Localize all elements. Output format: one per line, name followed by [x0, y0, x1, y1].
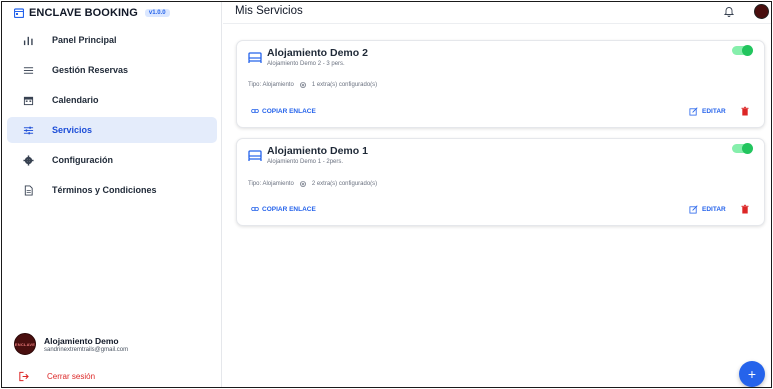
sidebar-item-label: Servicios — [52, 125, 93, 135]
service-enabled-toggle[interactable] — [732, 45, 753, 56]
service-meta: Tipo: Alojamiento 1 extra(s) configurado… — [248, 81, 377, 89]
trash-icon[interactable] — [740, 204, 750, 214]
sidebar-item-gestion-reservas[interactable]: Gestión Reservas — [7, 57, 217, 83]
edit-button[interactable]: EDITAR — [689, 107, 726, 116]
sidebar-item-terminos[interactable]: Términos y Condiciones — [7, 177, 217, 203]
link-icon — [251, 207, 259, 211]
bed-icon — [248, 150, 262, 161]
sidebar-item-configuracion[interactable]: Configuración — [7, 147, 217, 173]
service-extras: 2 extra(s) configurado(s) — [311, 181, 378, 187]
edit-label: EDITAR — [702, 206, 726, 213]
service-card: Alojamiento Demo 2 Alojamiento Demo 2 - … — [236, 40, 765, 128]
user-info: Alojamiento Demo sandrinextremtrails@gma… — [44, 336, 128, 353]
logout-button[interactable]: Cerrar sesión — [18, 371, 95, 382]
bed-icon — [248, 52, 262, 63]
bell-icon[interactable] — [723, 5, 735, 17]
service-subtitle: Alojamiento Demo 1 - 2pers. — [267, 159, 344, 165]
service-meta: Tipo: Alojamiento 2 extra(s) configurado… — [248, 180, 377, 188]
logout-icon — [19, 371, 29, 382]
add-service-button[interactable]: + — [739, 361, 765, 387]
header-avatar[interactable] — [754, 4, 769, 19]
bar-chart-icon — [22, 34, 34, 46]
copy-link-button[interactable]: COPIAR ENLACE — [251, 205, 316, 213]
sidebar-item-label: Términos y Condiciones — [52, 185, 157, 195]
version-badge: v1.0.0 — [144, 9, 170, 17]
copy-link-label: COPIAR ENLACE — [262, 205, 316, 213]
service-title: Alojamiento Demo 1 — [267, 145, 368, 157]
service-type: Tipo: Alojamiento — [248, 181, 294, 187]
copy-link-button[interactable]: COPIAR ENLACE — [251, 107, 316, 115]
sidebar-item-label: Panel Principal — [52, 35, 117, 45]
logout-label: Cerrar sesión — [47, 372, 96, 381]
gear-icon — [22, 154, 34, 166]
calendar-icon — [22, 94, 34, 106]
top-bar: Mis Servicios — [223, 2, 771, 24]
calendar-logo-icon — [14, 8, 24, 18]
user-profile[interactable]: ENCLAVE Alojamiento Demo sandrinextremtr… — [14, 333, 128, 355]
sidebar-item-label: Gestión Reservas — [52, 65, 129, 75]
service-card: Alojamiento Demo 1 Alojamiento Demo 1 - … — [236, 138, 765, 226]
page-title: Mis Servicios — [235, 5, 303, 17]
edit-icon — [689, 205, 698, 214]
edit-button[interactable]: EDITAR — [689, 205, 726, 214]
list-icon — [22, 64, 34, 76]
link-icon — [251, 109, 259, 113]
trash-icon[interactable] — [740, 106, 750, 116]
sidebar-item-servicios[interactable]: Servicios — [7, 117, 217, 143]
toggle-knob — [742, 45, 753, 56]
service-title: Alojamiento Demo 2 — [267, 47, 368, 59]
copy-link-label: COPIAR ENLACE — [262, 107, 316, 115]
service-type: Tipo: Alojamiento — [248, 82, 294, 88]
sidebar-item-label: Calendario — [52, 95, 99, 105]
document-icon — [22, 184, 34, 196]
edit-icon — [689, 107, 698, 116]
service-extras: 1 extra(s) configurado(s) — [311, 82, 378, 88]
sliders-icon — [22, 124, 34, 136]
user-name: Alojamiento Demo — [44, 335, 119, 346]
edit-label: EDITAR — [702, 108, 726, 115]
user-email: sandrinextremtrails@gmail.com — [44, 346, 129, 353]
gear-icon — [299, 82, 306, 88]
sidebar-item-panel-principal[interactable]: Panel Principal — [7, 27, 217, 53]
service-enabled-toggle[interactable] — [732, 143, 753, 154]
app-window: ENCLAVE BOOKING v1.0.0 Panel Principal G… — [1, 1, 772, 388]
sidebar: ENCLAVE BOOKING v1.0.0 Panel Principal G… — [2, 2, 222, 387]
avatar: ENCLAVE — [14, 333, 36, 355]
main-content: Mis Servicios Alojamiento Demo 2 Alojami… — [223, 2, 771, 387]
service-subtitle: Alojamiento Demo 2 - 3 pers. — [267, 61, 345, 67]
toggle-knob — [742, 143, 753, 154]
sidebar-item-calendario[interactable]: Calendario — [7, 87, 217, 113]
sidebar-nav: Panel Principal Gestión Reservas Calenda… — [2, 27, 222, 207]
gear-icon — [299, 181, 306, 187]
sidebar-item-label: Configuración — [52, 155, 113, 165]
app-title: ENCLAVE BOOKING — [29, 7, 138, 19]
brand[interactable]: ENCLAVE BOOKING v1.0.0 — [14, 5, 170, 21]
